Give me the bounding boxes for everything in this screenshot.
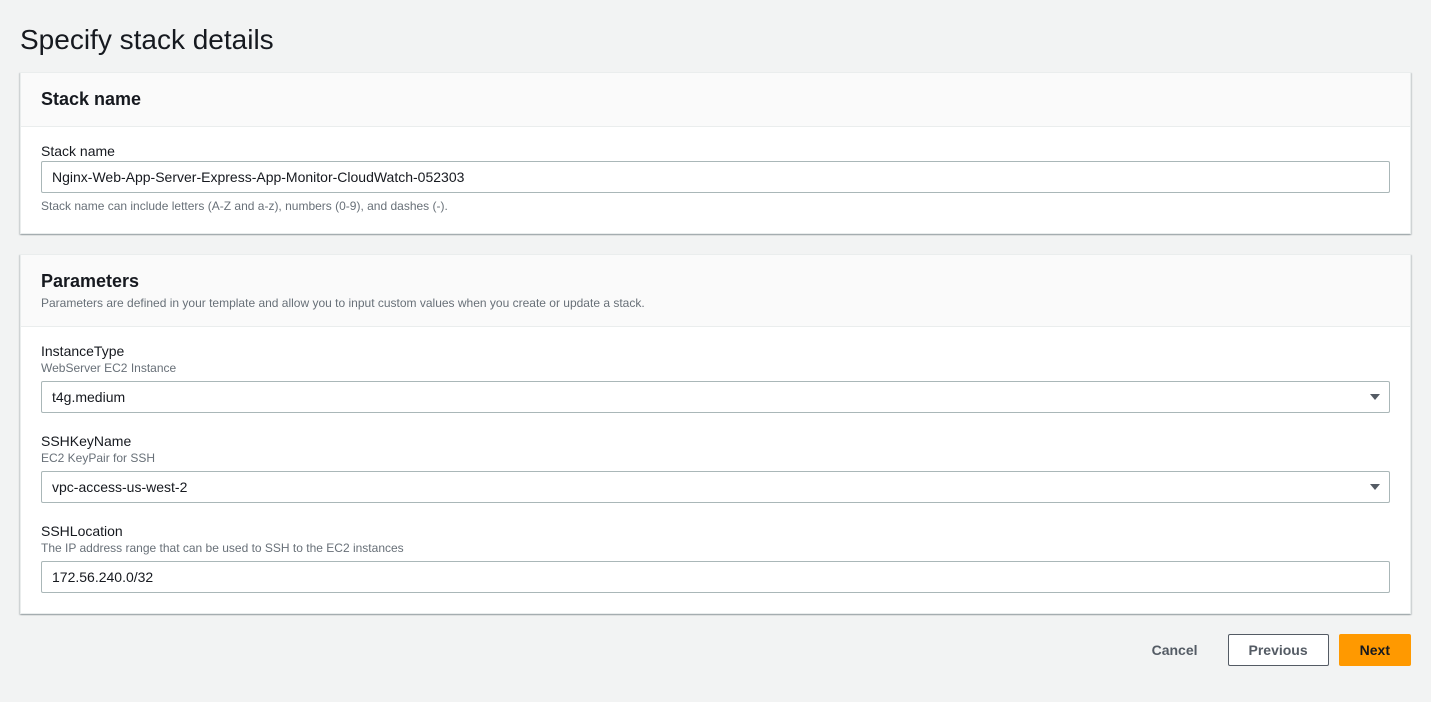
stack-name-panel-title: Stack name <box>41 89 1390 110</box>
instance-type-select[interactable]: t4g.medium <box>41 381 1390 413</box>
ssh-key-name-select[interactable]: vpc-access-us-west-2 <box>41 471 1390 503</box>
stack-name-panel-body: Stack name Stack name can include letter… <box>21 127 1410 233</box>
instance-type-select-wrapper: t4g.medium <box>41 381 1390 413</box>
ssh-location-hint: The IP address range that can be used to… <box>41 541 1390 555</box>
ssh-key-name-field-group: SSHKeyName EC2 KeyPair for SSH vpc-acces… <box>41 433 1390 503</box>
ssh-location-label: SSHLocation <box>41 523 1390 539</box>
stack-name-hint: Stack name can include letters (A-Z and … <box>41 199 1390 213</box>
parameters-panel-header: Parameters Parameters are defined in you… <box>21 255 1410 327</box>
page-title: Specify stack details <box>20 24 1411 56</box>
ssh-location-input[interactable] <box>41 561 1390 593</box>
stack-name-panel: Stack name Stack name Stack name can inc… <box>20 72 1411 234</box>
parameters-panel-title: Parameters <box>41 271 1390 292</box>
stack-name-label: Stack name <box>41 143 1390 159</box>
stack-name-input[interactable] <box>41 161 1390 193</box>
parameters-panel-body: InstanceType WebServer EC2 Instance t4g.… <box>21 327 1410 613</box>
button-row: Cancel Previous Next <box>20 634 1411 666</box>
parameters-panel-subtitle: Parameters are defined in your template … <box>41 296 1390 310</box>
instance-type-hint: WebServer EC2 Instance <box>41 361 1390 375</box>
instance-type-label: InstanceType <box>41 343 1390 359</box>
ssh-key-name-select-wrapper: vpc-access-us-west-2 <box>41 471 1390 503</box>
ssh-key-name-label: SSHKeyName <box>41 433 1390 449</box>
next-button[interactable]: Next <box>1339 634 1411 666</box>
ssh-location-field-group: SSHLocation The IP address range that ca… <box>41 523 1390 593</box>
stack-name-panel-header: Stack name <box>21 73 1410 127</box>
previous-button[interactable]: Previous <box>1228 634 1329 666</box>
cancel-button[interactable]: Cancel <box>1132 634 1218 666</box>
parameters-panel: Parameters Parameters are defined in you… <box>20 254 1411 614</box>
stack-name-field-group: Stack name Stack name can include letter… <box>41 143 1390 213</box>
instance-type-field-group: InstanceType WebServer EC2 Instance t4g.… <box>41 343 1390 413</box>
ssh-key-name-hint: EC2 KeyPair for SSH <box>41 451 1390 465</box>
